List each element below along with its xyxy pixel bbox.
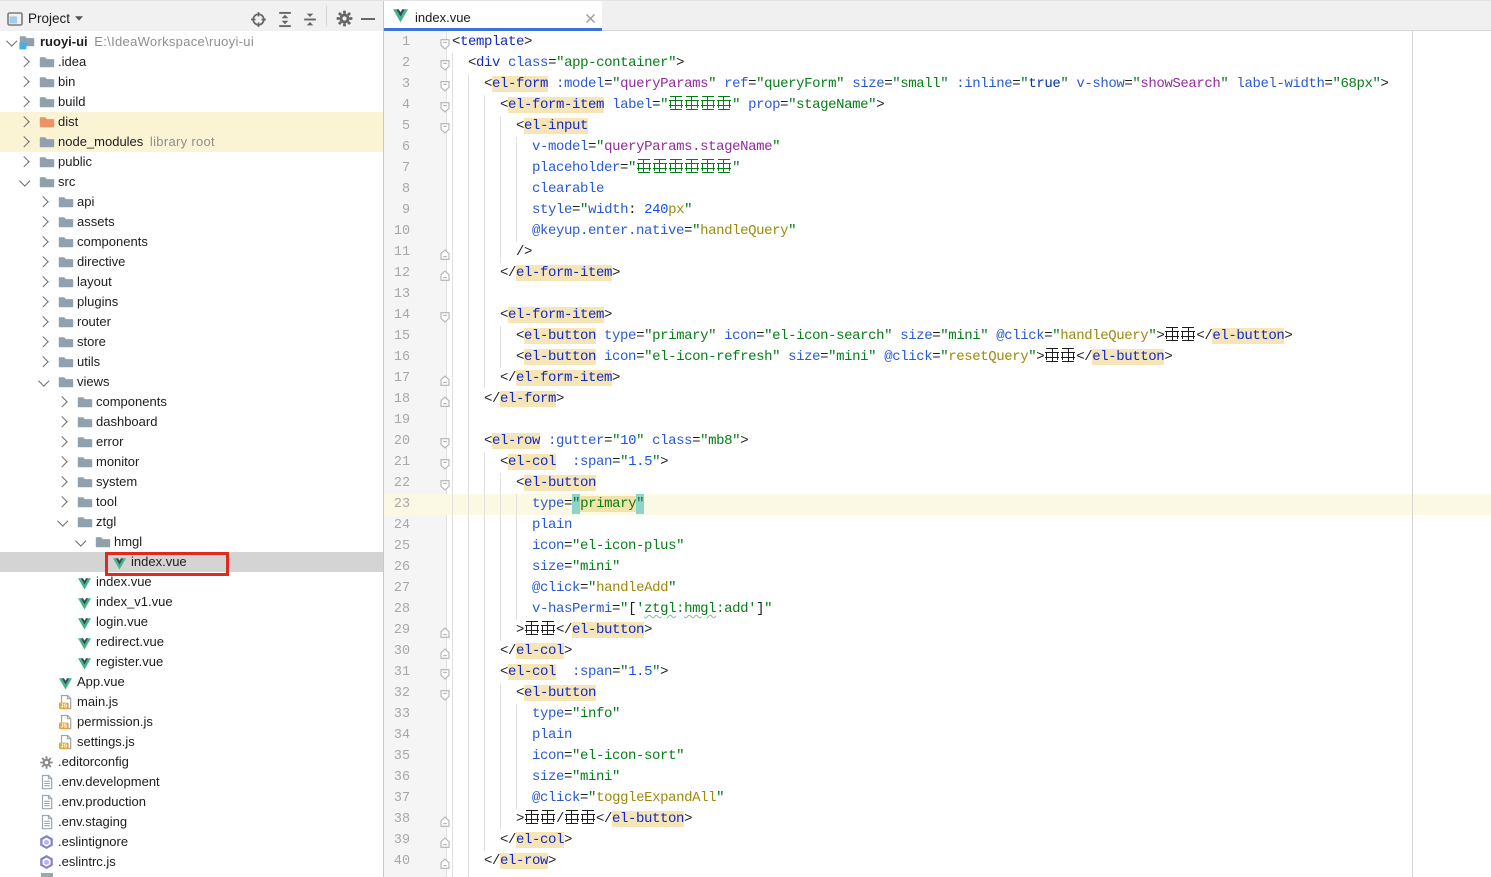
svg-text:JS: JS: [60, 744, 67, 750]
svg-text:JS: JS: [60, 724, 67, 730]
svg-text:JS: JS: [60, 704, 67, 710]
